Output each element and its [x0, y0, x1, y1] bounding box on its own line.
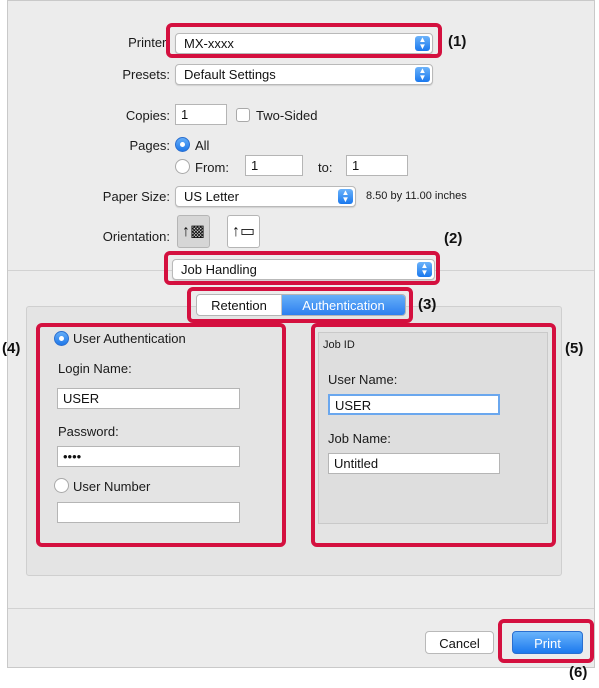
- paper-size-label: Paper Size:: [102, 189, 170, 204]
- pages-all-radio[interactable]: [175, 137, 190, 152]
- pages-to-label: to:: [318, 160, 333, 175]
- callout-label-5: (5): [565, 340, 584, 357]
- paper-size-popup[interactable]: US Letter ▲ ▼: [175, 186, 356, 207]
- callout-box-4: [36, 323, 286, 547]
- printer-label: Printer:: [128, 35, 170, 50]
- copies-label: Copies:: [125, 108, 170, 123]
- callout-box-3: [187, 287, 413, 323]
- pages-from-radio[interactable]: [175, 159, 190, 174]
- copies-field[interactable]: 1: [175, 104, 227, 125]
- landscape-icon[interactable]: ↑▭: [227, 215, 260, 248]
- divider: [8, 608, 594, 609]
- callout-box-5: [311, 323, 556, 547]
- presets-value: Default Settings: [184, 67, 276, 82]
- callout-label-4: (4): [2, 340, 21, 357]
- two-sided-label: Two-Sided: [256, 108, 318, 123]
- pages-all-label: All: [195, 138, 210, 153]
- portrait-icon[interactable]: ↑▩: [177, 215, 210, 248]
- pages-from-field[interactable]: 1: [245, 155, 303, 176]
- paper-dimensions: 8.50 by 11.00 inches: [366, 190, 467, 202]
- callout-box-2: [164, 251, 440, 285]
- pages-from-label: From:: [195, 160, 229, 175]
- up-down-chevron-icon: ▲ ▼: [415, 67, 430, 82]
- callout-box-6: [498, 619, 594, 663]
- paper-size-value: US Letter: [184, 189, 239, 204]
- callout-label-2: (2): [444, 230, 463, 247]
- callout-box-1: [166, 23, 442, 58]
- pages-to-field[interactable]: 1: [346, 155, 408, 176]
- callout-label-6: (6): [569, 664, 588, 681]
- cancel-button[interactable]: Cancel: [425, 631, 494, 654]
- presets-label: Presets:: [122, 67, 170, 82]
- presets-popup[interactable]: Default Settings ▲ ▼: [175, 64, 433, 85]
- two-sided-checkbox[interactable]: [236, 108, 250, 122]
- up-down-chevron-icon: ▲ ▼: [338, 189, 353, 204]
- pages-label: Pages:: [129, 138, 170, 153]
- orientation-label: Orientation:: [102, 229, 170, 244]
- callout-label-3: (3): [418, 296, 437, 313]
- callout-label-1: (1): [448, 33, 467, 50]
